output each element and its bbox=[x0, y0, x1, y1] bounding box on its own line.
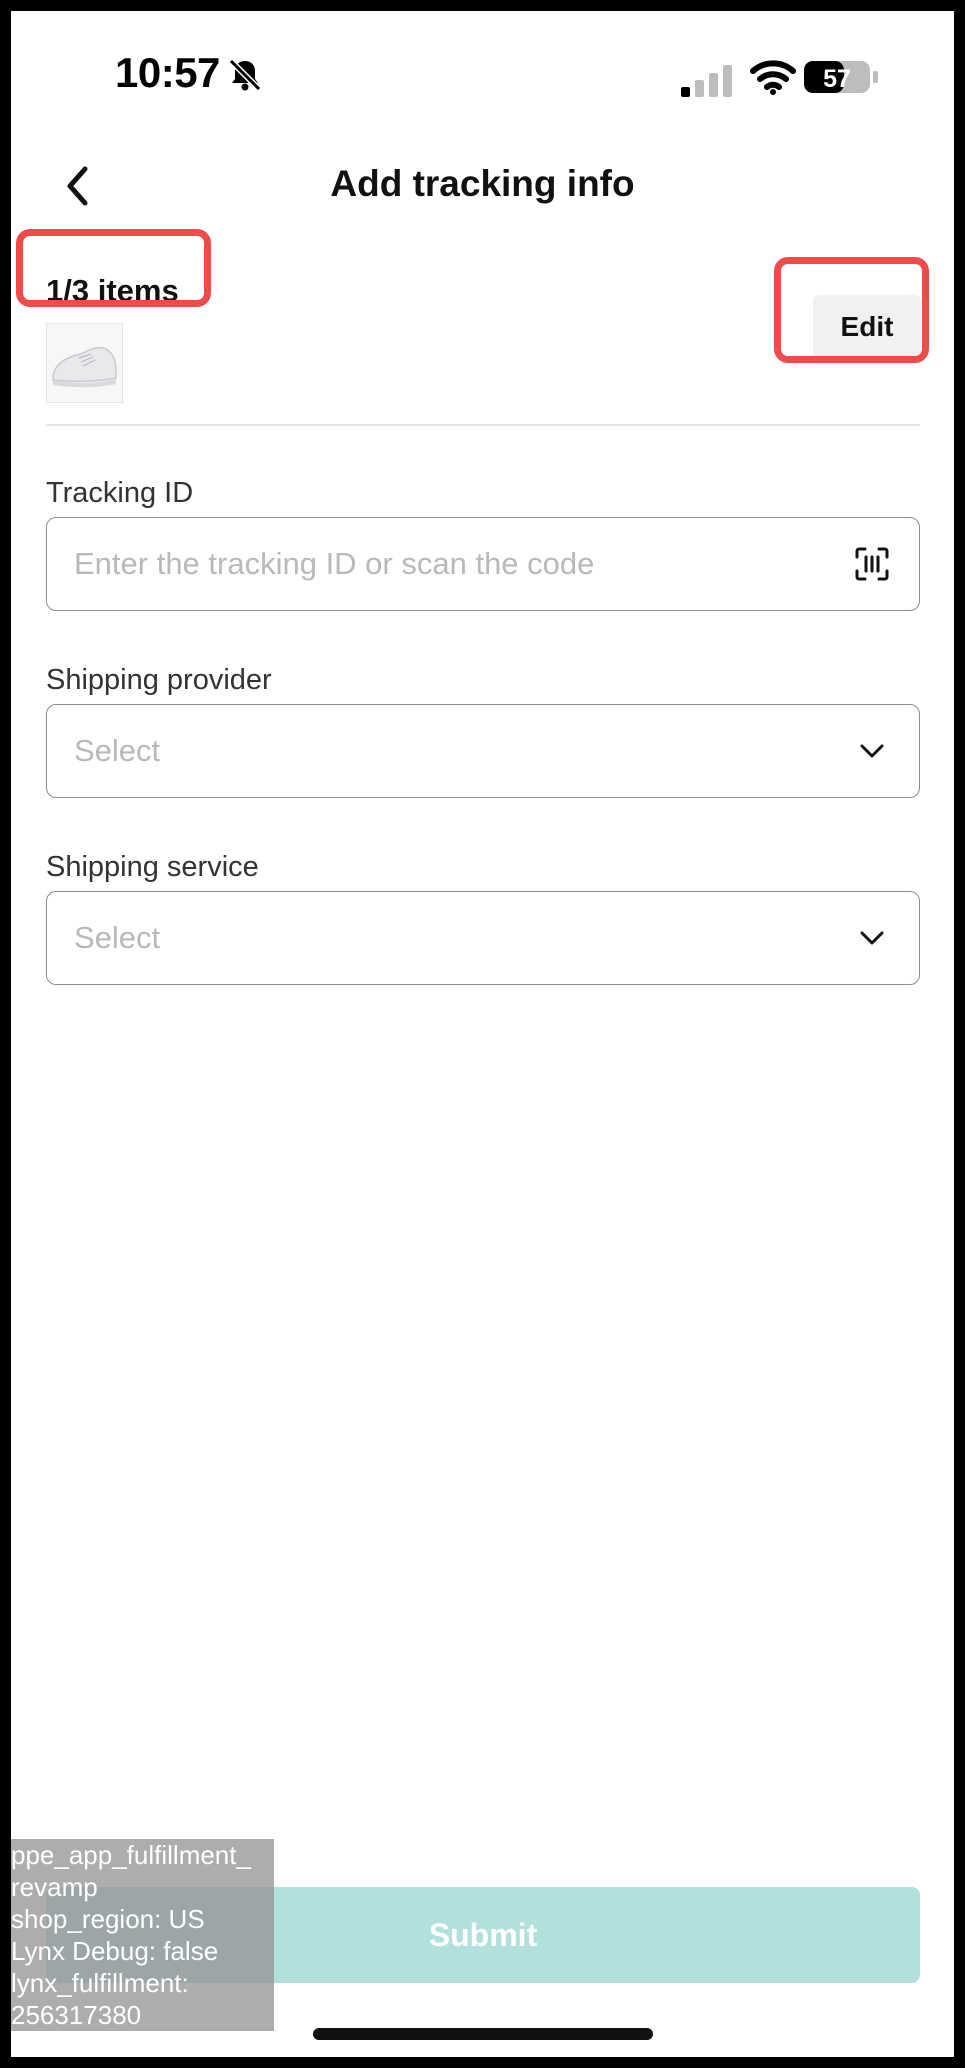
chevron-down-icon bbox=[852, 731, 892, 771]
status-time: 10:57 bbox=[115, 49, 220, 96]
cellular-signal-icon bbox=[679, 61, 741, 101]
chevron-down-icon bbox=[852, 918, 892, 958]
barcode-scan-icon[interactable] bbox=[852, 544, 892, 584]
battery-icon: 57 bbox=[803, 57, 883, 97]
shipping-service-select[interactable]: Select bbox=[46, 891, 920, 985]
product-thumbnail[interactable] bbox=[46, 323, 123, 403]
edit-button-highlight bbox=[774, 257, 929, 363]
phone-screen: 10:57 57 Add tracking info 1/3 items Edi… bbox=[11, 11, 954, 2057]
page-title: Add tracking info bbox=[330, 163, 635, 204]
divider bbox=[46, 424, 920, 426]
tracking-id-label: Tracking ID bbox=[46, 477, 194, 509]
wifi-icon bbox=[749, 57, 797, 97]
bell-muted-icon bbox=[225, 55, 265, 95]
shipping-provider-select[interactable]: Select bbox=[46, 704, 920, 798]
shipping-provider-label: Shipping provider bbox=[46, 664, 272, 696]
tracking-id-placeholder: Enter the tracking ID or scan the code bbox=[74, 546, 595, 581]
home-indicator[interactable] bbox=[313, 2028, 653, 2040]
shipping-service-label: Shipping service bbox=[46, 851, 259, 883]
shipping-service-value: Select bbox=[74, 920, 161, 955]
items-count-highlight bbox=[16, 229, 211, 307]
debug-overlay: ppe_app_fulfillment_ revamp shop_region:… bbox=[11, 1839, 274, 2031]
battery-level: 57 bbox=[823, 65, 851, 93]
tracking-id-input[interactable]: Enter the tracking ID or scan the code bbox=[46, 517, 920, 611]
shipping-provider-value: Select bbox=[74, 733, 161, 768]
